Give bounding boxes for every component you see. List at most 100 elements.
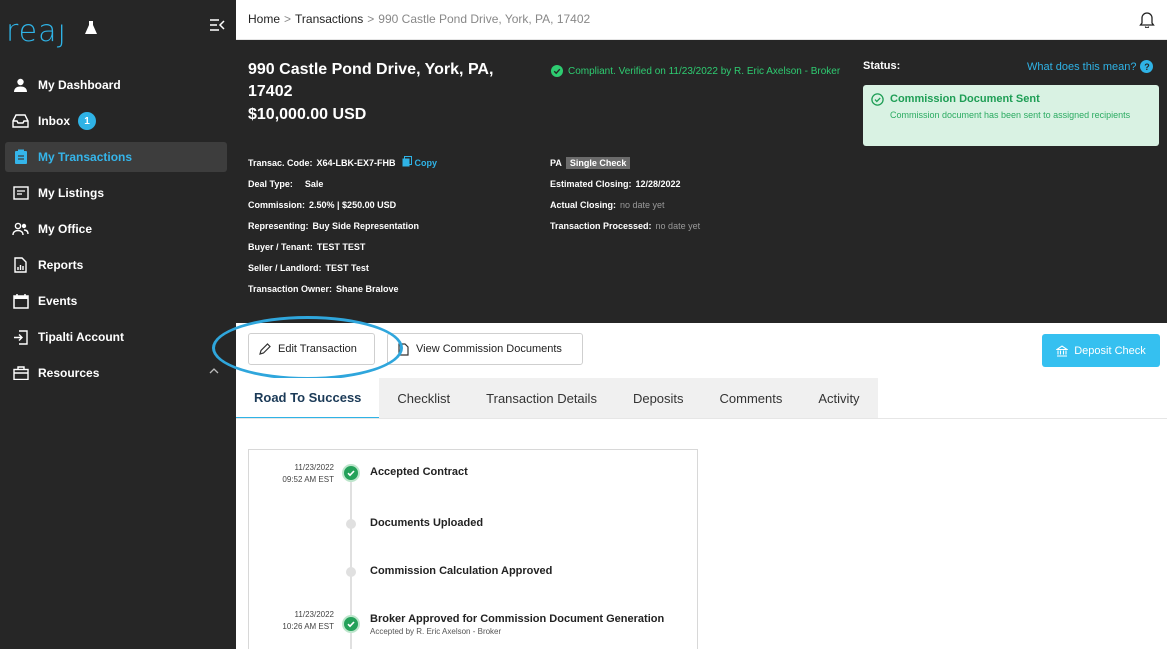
what-does-this-mean-link[interactable]: What does this mean? ? — [1027, 60, 1154, 73]
tab-comments[interactable]: Comments — [702, 378, 801, 419]
sidebar-item-resources[interactable]: Resources — [5, 358, 227, 388]
check-circle-outline-icon — [871, 93, 884, 106]
timeline-subtitle: Accepted by R. Eric Axelson - Broker — [370, 627, 502, 636]
detail-label: Deal Type: — [248, 179, 293, 189]
transaction-address: 990 Castle Pond Drive, York, PA, 17402 — [248, 61, 494, 100]
pending-dot-icon — [346, 519, 356, 529]
detail-label: Buyer / Tenant: — [248, 242, 313, 252]
inbox-count-badge: 1 — [78, 112, 96, 130]
copy-button[interactable]: Copy — [402, 156, 438, 168]
breadcrumb-transactions[interactable]: Transactions — [295, 12, 363, 26]
status-title: Commission Document Sent — [890, 93, 1040, 105]
status-label: Status: — [863, 60, 901, 72]
status-card: Commission Document Sent Commission docu… — [863, 85, 1159, 146]
detail-label: Transac. Code: — [248, 158, 313, 168]
sidebar-item-my-listings[interactable]: My Listings — [5, 178, 227, 208]
copy-label[interactable]: Copy — [415, 158, 438, 168]
breadcrumb-current: 990 Castle Pond Drive, York, PA, 17402 — [378, 12, 591, 26]
detail-value: TEST TEST — [316, 242, 366, 252]
sidebar-item-label: Events — [38, 294, 78, 308]
people-icon — [12, 221, 29, 238]
tab-transaction-details[interactable]: Transaction Details — [468, 378, 615, 419]
timeline-time: 10:26 AM EST — [282, 622, 334, 631]
sidebar-item-reports[interactable]: Reports — [5, 250, 227, 280]
detail-label: Seller / Landlord: — [248, 263, 322, 273]
tab-road-to-success[interactable]: Road To Success — [236, 378, 380, 419]
deposit-check-label[interactable]: Deposit Check — [1074, 345, 1146, 357]
detail-label: Representing: — [248, 221, 309, 231]
detail-label: Transaction Owner: — [248, 284, 333, 294]
calendar-icon — [12, 293, 29, 310]
detail-row: Deal Type: Sale — [248, 174, 437, 195]
detail-label: Estimated Closing: — [550, 179, 632, 189]
transaction-tabs: Road To Success Checklist Transaction De… — [236, 378, 878, 419]
transaction-header: 990 Castle Pond Drive, York, PA, 17402 $… — [236, 40, 1167, 323]
sidebar-item-label: My Transactions — [38, 150, 133, 164]
single-check-tag: Single Check — [565, 157, 631, 169]
detail-label: Actual Closing: — [550, 200, 617, 210]
sidebar-item-my-office[interactable]: My Office — [5, 214, 227, 244]
check-circle-icon — [551, 65, 563, 77]
what-link-text[interactable]: What does this mean? — [1027, 61, 1136, 73]
detail-row: Transaction Processed: no date yet — [550, 216, 700, 237]
detail-row: Transac. Code: X64-LBK-EX7-FHB Copy — [248, 153, 437, 174]
chevron-up-icon[interactable] — [209, 367, 219, 374]
help-icon[interactable]: ? — [1140, 60, 1154, 73]
listing-icon — [12, 185, 29, 202]
sidebar-item-label: Inbox — [38, 114, 70, 128]
road-to-success-timeline: 11/23/2022 09:52 AM EST Accepted Contract… — [248, 449, 698, 649]
collapse-sidebar-icon[interactable] — [209, 18, 225, 32]
highlight-annotation-ellipse — [212, 316, 403, 380]
sidebar-item-my-transactions[interactable]: My Transactions — [5, 142, 227, 172]
transaction-code: X64-LBK-EX7-FHB — [316, 158, 396, 168]
real-logo[interactable]: reaȷ — [6, 14, 67, 49]
tab-checklist[interactable]: Checklist — [379, 378, 468, 419]
flask-icon[interactable] — [84, 20, 98, 36]
detail-value: no date yet — [620, 200, 665, 210]
login-icon — [12, 329, 29, 346]
tab-activity[interactable]: Activity — [800, 378, 877, 419]
sidebar-item-inbox[interactable]: Inbox 1 — [5, 106, 227, 136]
tab-deposits[interactable]: Deposits — [615, 378, 702, 419]
detail-label: Commission: — [248, 200, 306, 210]
sidebar: reaȷ My Dashboard Inbox 1 My Transaction… — [0, 0, 236, 649]
breadcrumb-separator: > — [284, 12, 292, 26]
inbox-icon — [12, 113, 29, 130]
sidebar-nav: My Dashboard Inbox 1 My Transactions My … — [0, 70, 236, 394]
clipboard-icon — [12, 149, 29, 166]
timeline-title: Documents Uploaded — [370, 517, 484, 529]
timeline-time: 09:52 AM EST — [282, 475, 334, 484]
timeline-timestamp: 11/23/2022 09:52 AM EST — [249, 462, 334, 486]
detail-row: Estimated Closing: 12/28/2022 — [550, 174, 700, 195]
sidebar-item-events[interactable]: Events — [5, 286, 227, 316]
sidebar-item-label: Reports — [38, 258, 84, 272]
report-icon — [12, 257, 29, 274]
sidebar-item-label: Resources — [38, 366, 100, 380]
sidebar-item-my-dashboard[interactable]: My Dashboard — [5, 70, 227, 100]
sidebar-item-tipalti-account[interactable]: Tipalti Account — [5, 322, 227, 352]
timeline-date: 11/23/2022 — [294, 610, 334, 619]
timeline-title: Broker Approved for Commission Document … — [370, 613, 665, 625]
bank-icon — [1056, 344, 1069, 357]
status-description: Commission document has been sent to ass… — [890, 110, 1131, 120]
briefcase-icon — [12, 365, 29, 382]
compliance-status: Compliant. Verified on 11/23/2022 by R. … — [551, 65, 840, 77]
breadcrumb: Home > Transactions >990 Castle Pond Drive,… — [248, 12, 590, 26]
detail-value: 2.50% | $250.00 USD — [309, 200, 397, 210]
detail-row: Actual Closing: no date yet — [550, 195, 700, 216]
copy-icon[interactable] — [402, 156, 412, 167]
view-docs-label[interactable]: View Commission Documents — [416, 343, 562, 355]
sidebar-item-label: My Dashboard — [38, 78, 121, 92]
breadcrumb-home[interactable]: Home — [248, 12, 280, 26]
view-commission-documents-button[interactable]: View Commission Documents — [387, 333, 583, 365]
detail-value: Sale — [304, 179, 324, 189]
detail-value: TEST Test — [325, 263, 369, 273]
top-bar: Home > Transactions >990 Castle Pond Drive,… — [236, 0, 1167, 40]
deposit-check-button[interactable]: Deposit Check — [1042, 334, 1160, 367]
transaction-price: $10,000.00 USD — [248, 106, 367, 123]
tab-divider — [236, 418, 1167, 419]
check-circle-icon — [342, 615, 360, 633]
details-right: PA Single Check Estimated Closing: 12/28/2… — [550, 153, 700, 237]
bell-icon[interactable] — [1139, 10, 1155, 28]
detail-row: Commission: 2.50% | $250.00 USD — [248, 195, 437, 216]
